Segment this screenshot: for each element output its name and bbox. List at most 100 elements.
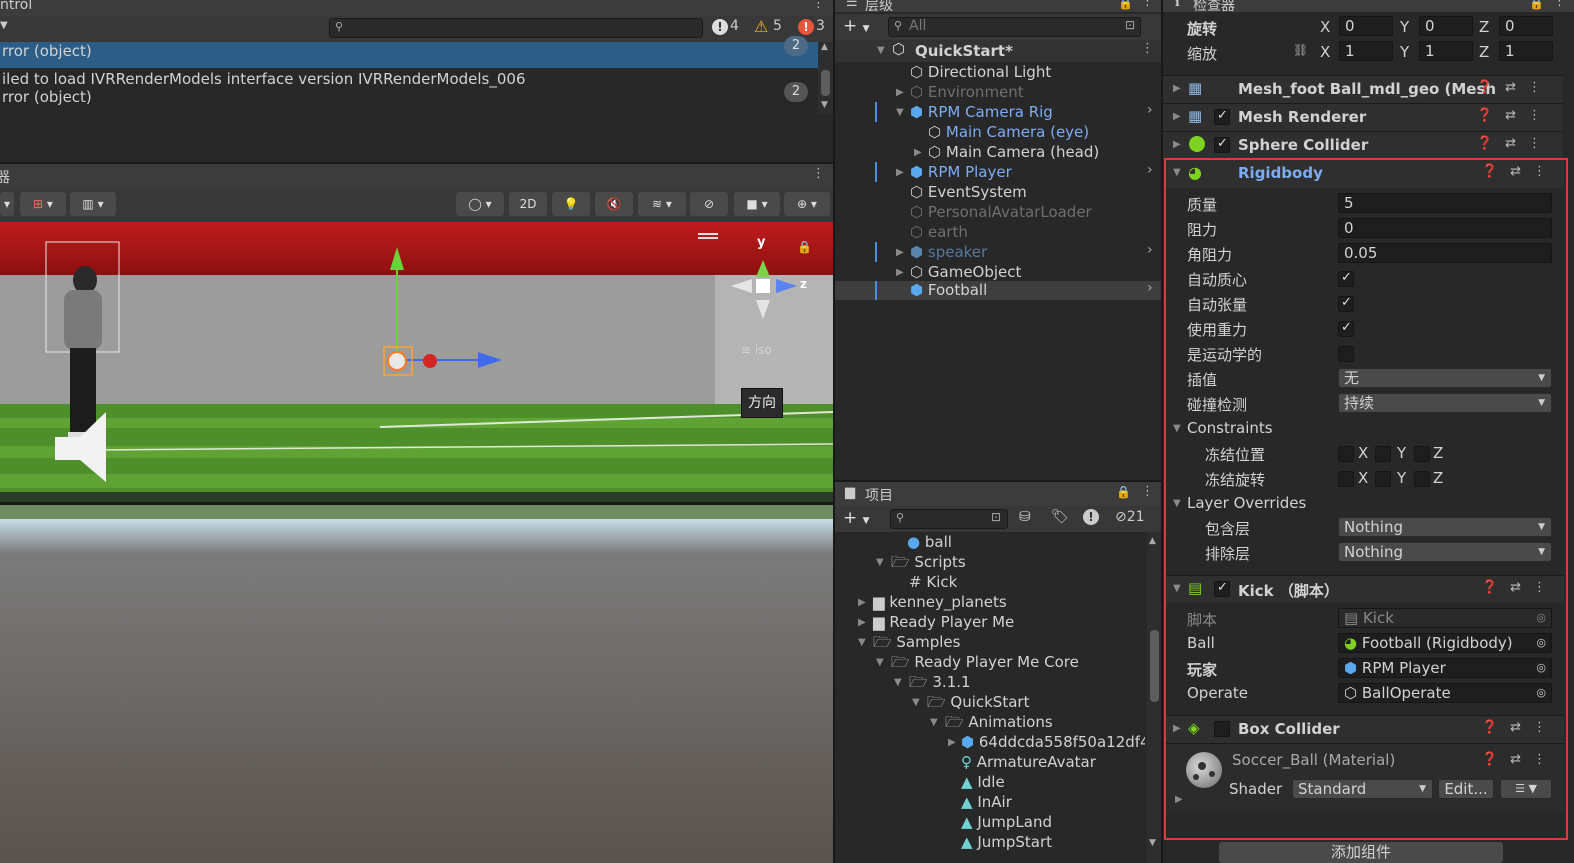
preset-icon[interactable]: ⇄ [1505, 108, 1528, 123]
scale-z-field[interactable]: 1 [1499, 41, 1553, 61]
drag-field[interactable]: 0 [1338, 218, 1552, 238]
console-row[interactable]: rror (object) 2 [0, 36, 818, 68]
hierarchy-tab-label[interactable]: 层级 [865, 0, 893, 15]
more-options-icon[interactable]: ⋮ [1141, 41, 1154, 56]
ball-reference-field[interactable]: ◕ Football (Rigidbody) ◎ [1338, 633, 1552, 653]
constraints-label[interactable]: Constraints [1187, 419, 1273, 437]
expand-triangle-icon[interactable]: ▼ [930, 717, 938, 728]
lock-icon[interactable]: 🔒 [1116, 485, 1131, 499]
freeze-rotation-x-checkbox[interactable] [1338, 471, 1354, 487]
lock-icon[interactable]: 🔒 [1118, 0, 1133, 10]
expand-triangle-icon[interactable]: ▶ [896, 167, 904, 178]
grid-visibility-button[interactable]: ▥ ▾ [70, 192, 116, 216]
create-asset-button[interactable]: + ▼ [843, 508, 870, 528]
shader-options-button[interactable]: ☰ ▼ [1500, 779, 1552, 799]
is-kinematic-checkbox[interactable] [1338, 346, 1354, 362]
help-icon[interactable]: ❓ [1477, 80, 1505, 95]
object-picker-icon[interactable]: ◎ [1536, 634, 1546, 652]
scroll-thumb[interactable] [821, 70, 830, 96]
expand-triangle-icon[interactable]: ▼ [894, 677, 902, 688]
mesh-renderer-header[interactable]: ▶ ▦ Mesh Renderer ❓⇄⋮ [1163, 103, 1563, 131]
project-scrollbar[interactable]: ▲ ▼ [1147, 532, 1161, 863]
expand-triangle-icon[interactable]: ▶ [914, 147, 922, 158]
warning-filter-toggle[interactable]: ⚠ 5 [753, 17, 789, 38]
console-scrollbar[interactable]: ▲ ▼ [818, 42, 833, 114]
help-icon[interactable]: ❓ [1482, 752, 1510, 767]
exclude-layers-dropdown[interactable]: Nothing [1338, 542, 1552, 562]
expand-triangle-icon[interactable]: ▶ [896, 267, 904, 278]
more-options-icon[interactable]: ⋮ [1533, 580, 1558, 595]
project-item-kick[interactable]: # Kick [909, 572, 957, 592]
add-component-button[interactable]: 添加组件 [1219, 842, 1503, 863]
project-item-samples[interactable]: 🗁 Samples [873, 632, 960, 652]
scroll-up-icon[interactable]: ▲ [821, 42, 828, 52]
lighting-toggle-button[interactable]: 💡 [552, 192, 590, 216]
help-icon[interactable]: ❓ [1477, 136, 1505, 151]
expand-triangle-icon[interactable]: ▼ [1173, 423, 1181, 434]
mesh-filter-header[interactable]: ▶ ▦ Mesh_foot Ball_mdl_geo (Mesh ❓⇄⋮ [1163, 75, 1563, 103]
hierarchy-item-speaker[interactable]: ⬢ speaker [910, 242, 987, 262]
freeze-position-y-checkbox[interactable] [1375, 446, 1391, 462]
search-by-label-icon[interactable]: 🏷 [1051, 509, 1069, 525]
layer-overrides-label[interactable]: Layer Overrides [1187, 494, 1306, 512]
grid-snap-button[interactable]: ⊞ ▾ [20, 192, 66, 216]
shader-dropdown[interactable]: Standard [1292, 779, 1433, 799]
scale-y-field[interactable]: 1 [1419, 41, 1473, 61]
sphere-collider-enabled-checkbox[interactable] [1214, 136, 1230, 153]
chevron-right-icon[interactable]: › [1147, 280, 1153, 296]
component-actions[interactable]: ❓⇄⋮ [1482, 164, 1558, 179]
rotation-y-label[interactable]: Y [1400, 18, 1409, 36]
expand-triangle-icon[interactable]: ▼ [876, 657, 884, 668]
help-icon[interactable]: ❓ [1482, 164, 1510, 179]
sphere-collider-header[interactable]: ▶ Sphere Collider ❓⇄⋮ [1163, 131, 1563, 159]
draw-mode-button[interactable]: ◯ ▾ [456, 192, 504, 216]
player-reference-field[interactable]: ⬢ RPM Player ◎ [1338, 658, 1552, 678]
effects-button[interactable]: ≋ ▾ [638, 192, 686, 216]
more-options-icon[interactable]: ⋮ [1528, 108, 1553, 123]
more-options-icon[interactable]: ⋮ [1533, 752, 1558, 767]
hierarchy-item-personal-avatar-loader[interactable]: ⬡ PersonalAvatarLoader [910, 202, 1092, 222]
more-options-icon[interactable]: ⋮ [1528, 136, 1553, 151]
more-options-icon[interactable]: ⋮ [1553, 0, 1566, 9]
operate-reference-field[interactable]: ⬡ BallOperate ◎ [1338, 683, 1552, 703]
audio-toggle-button[interactable]: 🔇 [595, 192, 633, 216]
scene-viewport[interactable]: y z 🔒 ≡ iso 方向 [0, 222, 833, 863]
hierarchy-item-main-camera-eye[interactable]: ⬡ Main Camera (eye) [928, 122, 1089, 142]
project-item-animations[interactable]: 🗁 Animations [945, 712, 1053, 732]
scroll-down-icon[interactable]: ▼ [821, 100, 828, 110]
project-search-input[interactable]: ⚲ ⊡ [890, 509, 1008, 529]
preset-icon[interactable]: ⇄ [1510, 752, 1533, 767]
more-options-icon[interactable]: ⋮ [1141, 0, 1154, 9]
hidden-packages-button[interactable]: ⊘21 [1115, 509, 1145, 525]
expand-triangle-icon[interactable]: ▼ [876, 557, 884, 568]
scale-z-label[interactable]: Z [1479, 43, 1489, 61]
projection-label[interactable]: ≡ iso [741, 343, 772, 357]
tool-dropdown[interactable]: ▾ [0, 192, 14, 216]
clear-dropdown-icon[interactable]: ▼ [0, 20, 8, 31]
kick-script-header[interactable]: ▼ ▤ Kick （脚本） ❓⇄⋮ [1166, 575, 1564, 603]
more-options-icon[interactable]: ⋮ [812, 166, 825, 181]
expand-triangle-icon[interactable]: ▶ [858, 597, 866, 608]
help-icon[interactable]: ❓ [1482, 720, 1510, 735]
scroll-thumb[interactable] [1150, 630, 1159, 702]
preset-icon[interactable]: ⇄ [1510, 580, 1533, 595]
info-filter-toggle[interactable]: ! 4 [710, 18, 746, 38]
more-options-icon[interactable]: ⋮ [812, 0, 825, 11]
lock-icon[interactable]: 🔒 [1529, 0, 1544, 10]
more-options-icon[interactable]: ⋮ [1533, 164, 1558, 179]
expand-triangle-icon[interactable]: ▶ [1173, 83, 1181, 94]
scene-root-row[interactable]: ▼ ⬡ QuickStart* ⋮ [835, 40, 1161, 62]
preset-icon[interactable]: ⇄ [1505, 136, 1528, 151]
project-item-version[interactable]: 🗁 3.1.1 [909, 672, 971, 692]
rotation-x-label[interactable]: X [1320, 18, 1330, 36]
rotation-y-field[interactable]: 0 [1419, 16, 1473, 36]
object-picker-icon[interactable]: ◎ [1536, 684, 1546, 702]
expand-triangle-icon[interactable]: ▶ [896, 87, 904, 98]
component-actions[interactable]: ❓⇄⋮ [1477, 136, 1553, 151]
preset-icon[interactable]: ⇄ [1510, 720, 1533, 735]
auto-center-of-mass-checkbox[interactable] [1338, 270, 1354, 287]
freeze-position-x-checkbox[interactable] [1338, 446, 1354, 462]
include-layers-dropdown[interactable]: Nothing [1338, 517, 1552, 537]
freeze-rotation-y-checkbox[interactable] [1375, 471, 1391, 487]
rotation-z-label[interactable]: Z [1479, 18, 1489, 36]
